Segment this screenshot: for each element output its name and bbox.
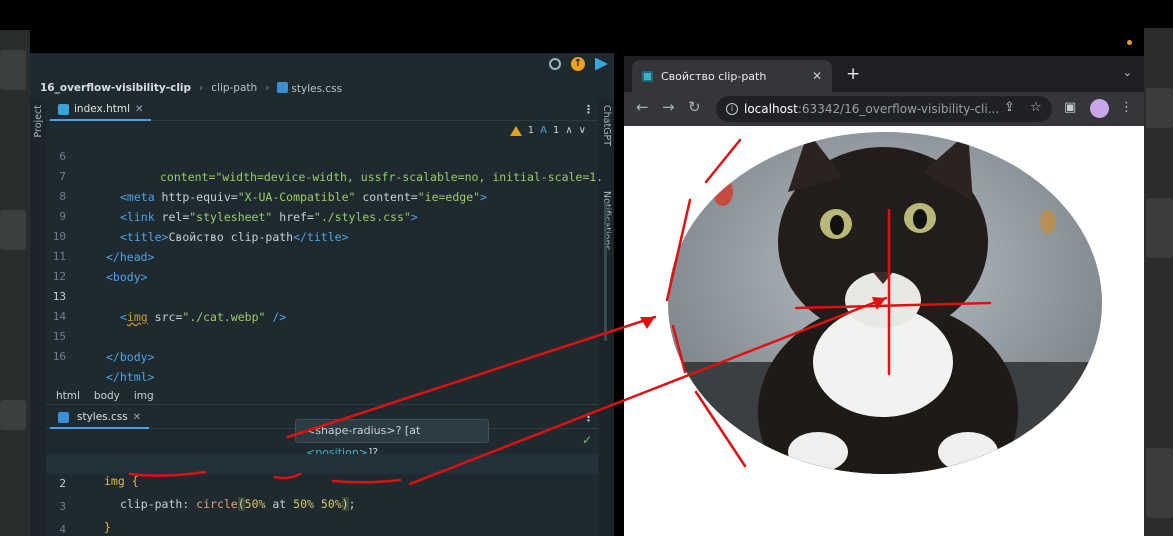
code-line: 7 <meta http-equiv="X-UA-Compatible" con… — [59, 170, 487, 204]
desktop-left-edge — [0, 30, 30, 536]
breadcrumb-separator: › — [199, 82, 204, 94]
code-line: 11 <body> — [52, 250, 148, 284]
breadcrumb-file[interactable]: styles.css — [277, 81, 342, 95]
code-line: 2 clip-path: circle(50% at 50% 50%); — [46, 454, 598, 511]
code-line: 8 <link rel="stylesheet" href="./styles.… — [59, 190, 418, 224]
menu-icon[interactable]: ⋮ — [1120, 100, 1133, 115]
bookmark-star-icon[interactable]: ☆ — [1030, 100, 1042, 115]
browser-tab-title: Свойство clip-path — [661, 69, 767, 83]
code-line: 4 — [59, 523, 66, 536]
page-viewport — [624, 126, 1144, 536]
side-panel-icon[interactable]: ▣ — [1064, 100, 1076, 115]
close-icon[interactable]: ✕ — [133, 412, 141, 423]
reload-icon[interactable]: ↻ — [688, 98, 701, 116]
ide-window: ↑ 16_overflow-visibility-clip › clip-pat… — [30, 53, 614, 536]
more-options-icon[interactable]: ⋮ — [583, 103, 594, 116]
css-editor[interactable]: 1 img { 2 clip-path: circle(50% at 50% 5… — [46, 431, 598, 536]
code-line: 12 — [52, 270, 66, 283]
status-dot — [1127, 40, 1132, 45]
browser-tab[interactable]: Свойство clip-path ✕ — [632, 60, 832, 92]
close-icon[interactable]: ✕ — [812, 69, 822, 83]
tab-styles-css[interactable]: styles.css ✕ — [50, 407, 150, 429]
search-icon[interactable] — [549, 58, 561, 70]
html-file-icon — [58, 103, 69, 115]
code-line: 10 </head> — [52, 230, 155, 264]
address-bar[interactable]: i localhost:63342/16_overflow-visibility… — [716, 96, 1052, 122]
breadcrumb-folder[interactable]: clip-path — [211, 82, 257, 94]
avatar[interactable] — [1090, 99, 1109, 118]
code-line: 16 </html> — [52, 350, 155, 384]
browser-toolbar: ← → ↻ i localhost:63342/16_overflow-visi… — [624, 92, 1144, 126]
editor-tabbar-html: index.html ✕ ⋮ — [46, 99, 598, 121]
breadcrumb: 16_overflow-visibility-clip › clip-path … — [30, 77, 614, 99]
forward-icon[interactable]: → — [662, 98, 675, 116]
update-icon[interactable]: ↑ — [571, 57, 585, 71]
scrollbar[interactable] — [604, 201, 607, 341]
new-tab-icon[interactable]: + — [846, 64, 860, 84]
path-html[interactable]: html — [56, 390, 80, 402]
back-icon[interactable]: ← — [636, 98, 649, 116]
desktop-right-edge — [1144, 28, 1173, 536]
css-file-icon — [277, 81, 289, 93]
project-panel-toggle[interactable]: Project — [33, 105, 44, 138]
code-line: 6 content="width=device-width, ussfr-sca… — [59, 150, 604, 184]
path-body[interactable]: body — [94, 390, 120, 402]
info-icon[interactable]: i — [726, 103, 738, 115]
code-line: 13 <img src="./cat.webp" /> — [52, 290, 287, 324]
code-line: 3 } — [59, 500, 111, 534]
close-icon[interactable]: ✕ — [135, 104, 143, 115]
ide-top-toolbar: ↑ — [549, 57, 608, 71]
chatgpt-panel-toggle[interactable]: ChatGPT — [601, 105, 612, 146]
path-img[interactable]: img — [134, 390, 154, 402]
share-icon[interactable]: ⇪ — [1004, 100, 1015, 115]
code-line: 15 </body> — [52, 330, 155, 364]
check-icon: ✓ — [581, 433, 592, 447]
favicon-icon — [642, 70, 653, 82]
tab-index-html[interactable]: index.html ✕ — [50, 99, 152, 121]
breadcrumb-project[interactable]: 16_overflow-visibility-clip — [40, 82, 191, 94]
code-line: 14 — [52, 310, 66, 323]
tab-search-icon[interactable]: ⌄ — [1123, 66, 1132, 79]
code-line: 9 <title>Свойство clip-path</title> — [59, 210, 349, 244]
left-tool-strip: Project — [30, 99, 46, 536]
element-path: html body img — [46, 387, 598, 405]
browser-tabstrip: Свойство clip-path ✕ + ⌄ — [624, 56, 1144, 92]
plugin-icon[interactable] — [595, 57, 608, 71]
breadcrumb-separator: › — [265, 82, 270, 94]
css-file-icon — [58, 411, 69, 423]
html-editor[interactable]: 1 A 1 ∧ ∨ 6 content="width=device-width,… — [46, 121, 607, 385]
more-options-icon[interactable]: ⋮ — [583, 411, 594, 424]
cat-image — [668, 132, 1102, 474]
tab-label: index.html — [74, 103, 130, 115]
browser-window: Свойство clip-path ✕ + ⌄ ← → ↻ i localho… — [624, 56, 1144, 536]
code-line: 1 img { — [59, 454, 139, 488]
tab-label: styles.css — [77, 411, 128, 423]
